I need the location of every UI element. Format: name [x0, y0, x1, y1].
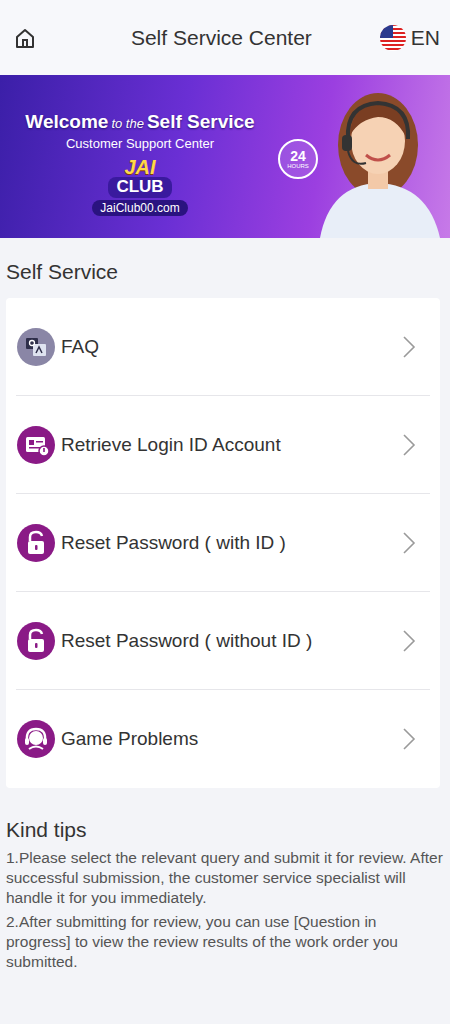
kind-tips: Kind tips 1.Please select the relevant qu…: [0, 788, 450, 972]
home-icon[interactable]: [14, 27, 36, 49]
service-item[interactable]: Game Problems: [16, 690, 430, 788]
welcome-word: Welcome: [25, 111, 108, 132]
page-title: Self Service Center: [36, 26, 379, 50]
hours-label: HOURS: [287, 163, 309, 169]
section-title: Self Service: [0, 238, 450, 298]
id-card-icon[interactable]: [17, 426, 55, 464]
service-item[interactable]: Retrieve Login ID Account: [16, 396, 430, 494]
language-selector[interactable]: EN: [379, 24, 440, 52]
service-item-label[interactable]: Retrieve Login ID Account: [61, 434, 402, 456]
service-item-label[interactable]: FAQ: [61, 336, 402, 358]
logo-top: JAI: [124, 157, 155, 177]
support-agent-image: [300, 75, 450, 238]
top-bar: Self Service Center EN: [0, 0, 450, 75]
service-item[interactable]: Reset Password ( with ID ): [16, 494, 430, 592]
chevron-right-icon[interactable]: [402, 727, 416, 751]
service-item-label[interactable]: Reset Password ( without ID ): [61, 630, 402, 652]
banner-text: Welcometo theSelf ServiceCustomer Suppor…: [0, 75, 250, 238]
welcome-to-the: to the: [111, 116, 144, 131]
banner-welcome: Welcometo theSelf Service: [25, 111, 254, 133]
language-label[interactable]: EN: [411, 26, 440, 50]
jai-club-logo: JAICLUB JaiClub00.com: [92, 157, 187, 216]
logo-bottom: CLUB: [108, 177, 171, 198]
lock-icon[interactable]: [17, 524, 55, 562]
hours-badge: 24HOURS: [278, 139, 318, 179]
service-item[interactable]: FAQ: [16, 298, 430, 396]
tip-text: 2.After submitting for review, you can u…: [6, 912, 444, 972]
tips-title: Kind tips: [6, 818, 444, 842]
chevron-right-icon[interactable]: [402, 629, 416, 653]
chevron-right-icon[interactable]: [402, 335, 416, 359]
site-url: JaiClub00.com: [92, 200, 187, 216]
service-item-label[interactable]: Game Problems: [61, 728, 402, 750]
welcome-self-service: Self Service: [147, 111, 255, 132]
service-list: FAQ Retrieve Login ID Account Reset Passwo…: [6, 298, 440, 788]
service-item-label[interactable]: Reset Password ( with ID ): [61, 532, 402, 554]
service-item[interactable]: Reset Password ( without ID ): [16, 592, 430, 690]
lock-icon[interactable]: [17, 622, 55, 660]
chevron-right-icon[interactable]: [402, 531, 416, 555]
hours-number: 24: [290, 149, 306, 163]
us-flag-icon[interactable]: [379, 24, 407, 52]
tip-text: 1.Please select the relevant query and s…: [6, 848, 444, 908]
banner-subtitle: Customer Support Center: [66, 136, 214, 151]
faq-icon[interactable]: [17, 328, 55, 366]
welcome-banner: Welcometo theSelf Service Customer Suppor…: [0, 75, 450, 238]
chevron-right-icon[interactable]: [402, 433, 416, 457]
headset-icon[interactable]: [17, 720, 55, 758]
